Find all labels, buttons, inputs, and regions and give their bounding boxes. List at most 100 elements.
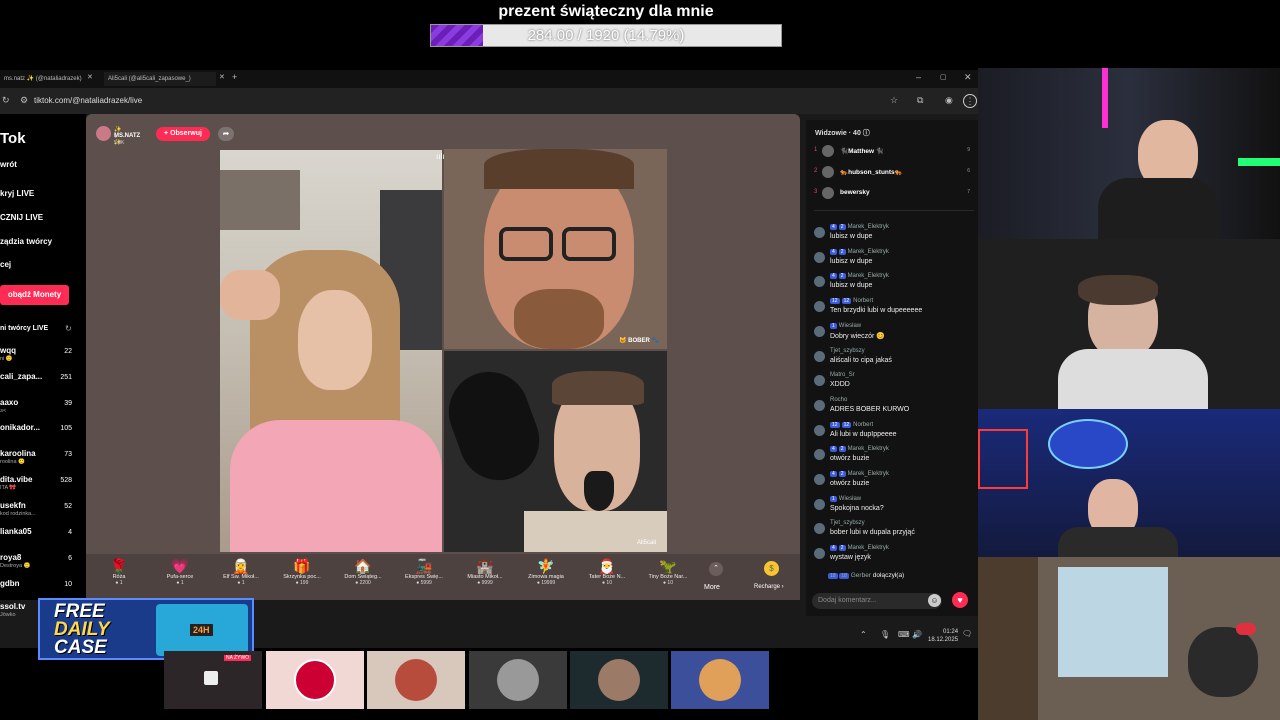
avatar[interactable] <box>814 350 825 362</box>
avatar[interactable] <box>814 424 825 436</box>
chat-username[interactable]: Tjet_szybszy <box>830 520 865 526</box>
sidebar-item-creator-tools[interactable]: ządzia twórcy <box>0 237 52 246</box>
chat-username[interactable]: 1 Wiesław <box>830 322 861 329</box>
more-gifts-button[interactable]: More <box>704 584 720 591</box>
creator-item[interactable]: karoolina roolina 🙂 73 <box>0 449 84 475</box>
host-avatar[interactable] <box>96 126 111 141</box>
profile-icon[interactable]: ◉ <box>945 95 953 106</box>
maximize-icon[interactable]: ▢ <box>940 73 947 81</box>
refresh-icon[interactable]: ↻ <box>65 324 72 333</box>
stream-thumbnail[interactable] <box>570 651 668 709</box>
creator-item[interactable]: onikador... 105 <box>0 423 84 449</box>
tab-ali5cali[interactable]: Ali5cali (@ali5cali_zapasowe_) <box>104 72 216 86</box>
avatar[interactable] <box>814 474 825 485</box>
sidebar-item-more[interactable]: cej <box>0 260 11 269</box>
minimize-icon[interactable]: – <box>916 72 921 82</box>
tab-nataliadrazek[interactable]: ms.natz ✨ (@nataliadrazek) <box>0 72 96 86</box>
recharge-button[interactable]: Recharge › <box>754 584 784 590</box>
stream-thumbnail[interactable] <box>671 651 769 709</box>
stream-thumbnail[interactable]: NA ŻYWO <box>164 651 262 709</box>
coin-icon: $ <box>764 561 779 576</box>
tray-mic-icon[interactable]: 🎙 <box>880 630 890 639</box>
avatar[interactable] <box>814 325 825 337</box>
stream-thumbnail[interactable] <box>367 651 465 709</box>
chat-username[interactable]: 4 2 Marek_Elektryk <box>830 545 889 552</box>
site-settings-icon[interactable]: ⚙ <box>20 95 28 106</box>
creator-item[interactable]: usekfn kod rodzinka... 52 <box>0 501 84 527</box>
chat-username[interactable]: Rocho <box>830 397 847 403</box>
gift-item[interactable]: 🧚 Zimowa magia ● 19999 <box>517 558 575 586</box>
comment-input[interactable]: Dodaj komentarz... <box>812 593 942 609</box>
emoji-icon[interactable]: ☺ <box>928 594 941 607</box>
get-coins-button[interactable]: obądź Monety <box>0 285 69 305</box>
gift-item[interactable]: 🦖 Tiny Boże Nar... ● 10 <box>639 558 697 586</box>
top-viewer[interactable]: 3 bewersky 7 <box>814 185 974 205</box>
avatar[interactable] <box>814 276 825 288</box>
creator-item[interactable]: roya8 Destroya 🙂 6 <box>0 553 84 579</box>
gift-item[interactable]: 🎁 Skrzynka poc... ● 199 <box>273 558 331 586</box>
gift-item[interactable]: 🎅 Tater Boże N... ● 10 <box>578 558 636 586</box>
creator-name: usekfn <box>0 501 26 510</box>
gift-item[interactable]: 🚂 Ekspres Świę... ● 5999 <box>395 558 453 586</box>
gift-item[interactable]: 🧝 Elf Św. Mikoł... ● 1 <box>212 558 270 586</box>
creator-item[interactable]: cali_zapa... 251 <box>0 372 84 398</box>
chat-text: wystaw język <box>830 554 871 562</box>
creator-name: lianka05 <box>0 527 32 536</box>
taskbar-clock[interactable]: 01:24 18.12.2025 <box>928 628 958 644</box>
stream-thumbnail[interactable] <box>266 651 364 709</box>
creator-item[interactable]: lianka05 4 <box>0 527 84 553</box>
chevron-up-icon[interactable]: ⌃ <box>709 562 723 576</box>
top-viewer[interactable]: 1 🐈‍⬛Matthew 🐈‍⬛ 9 <box>814 143 974 163</box>
avatar[interactable] <box>814 548 825 560</box>
chat-username[interactable]: 4 2 Marek_Elektryk <box>830 471 889 477</box>
stream-thumbnail[interactable] <box>469 651 567 709</box>
gift-item[interactable]: 💗 Pufa-serce ● 1 <box>151 558 209 586</box>
window-close-icon[interactable]: ✕ <box>964 72 972 83</box>
creator-item[interactable]: dita.vibe ITA 🎀 528 <box>0 475 84 501</box>
chat-username[interactable]: Matro_Sr <box>830 372 855 378</box>
chat-username[interactable]: 4 2 Marek_Elektryk <box>830 446 889 453</box>
share-icon[interactable]: ➦ <box>218 127 234 141</box>
chat-username[interactable]: 1 Wiesław <box>830 495 861 502</box>
notifications-icon[interactable]: 🗨 <box>962 629 972 638</box>
chat-username[interactable]: 12 12 Norbert <box>830 298 873 305</box>
creator-item[interactable]: aaxo ≥< 39 <box>0 398 84 424</box>
tray-volume-icon[interactable]: 🔊 <box>912 630 922 639</box>
menu-kebab-icon[interactable]: ⋮ <box>963 94 977 108</box>
tray-chevron-icon[interactable]: ⌃ <box>860 630 867 639</box>
chat-username[interactable]: 12 12 Norbert <box>830 421 873 428</box>
gift-item[interactable]: 🌹 Róża ● 1 <box>90 558 148 586</box>
avatar[interactable] <box>814 227 825 238</box>
avatar[interactable] <box>814 498 825 510</box>
sidebar-item-discover-live[interactable]: kryj LIVE <box>0 189 34 198</box>
chat-username[interactable]: 4 2 Marek_Elektryk <box>830 224 889 230</box>
heart-icon[interactable]: ♥ <box>952 592 968 608</box>
reload-icon[interactable]: ↻ <box>2 95 10 106</box>
sidebar-item-back[interactable]: wrót <box>0 160 17 169</box>
chat-username[interactable]: 4 2 Marek_Elektryk <box>830 248 889 255</box>
creator-name: gdbn <box>0 579 20 588</box>
tiktok-logo: Tok <box>0 130 26 147</box>
avatar[interactable] <box>814 449 825 461</box>
close-tab-icon[interactable]: ✕ <box>219 73 225 81</box>
avatar[interactable] <box>814 375 825 387</box>
new-tab-icon[interactable]: + <box>232 72 237 82</box>
url-field[interactable]: tiktok.com/@nataliadrazek/live <box>34 96 142 105</box>
avatar[interactable] <box>814 399 825 411</box>
creator-item[interactable]: wqq ni 🙂 22 <box>0 346 84 372</box>
chat-username[interactable]: Tjet_szybszy <box>830 348 865 354</box>
sidebar-item-start-live[interactable]: CZNIJ LIVE <box>0 213 43 222</box>
bookmark-star-icon[interactable]: ☆ <box>890 95 898 106</box>
tray-network-icon[interactable]: ⌨ <box>898 630 910 639</box>
avatar[interactable] <box>814 301 825 313</box>
viewers-header[interactable]: Widzowie · 40 ⓘ <box>815 128 870 138</box>
avatar[interactable] <box>814 251 825 263</box>
gift-item[interactable]: 🏰 Miasto Mikoł... ● 9999 <box>456 558 514 586</box>
close-tab-icon[interactable]: ✕ <box>87 73 93 81</box>
chat-username[interactable]: 4 2 Marek_Elektryk <box>830 273 889 280</box>
top-viewer[interactable]: 2 🐅hubson_stunts🐅 6 <box>814 164 974 184</box>
avatar[interactable] <box>814 523 825 535</box>
extensions-icon[interactable]: ⧉ <box>917 95 923 106</box>
follow-button[interactable]: + Obserwuj <box>156 127 210 141</box>
gift-item[interactable]: 🏠 Dom Świąteg... ● 2200 <box>334 558 392 586</box>
